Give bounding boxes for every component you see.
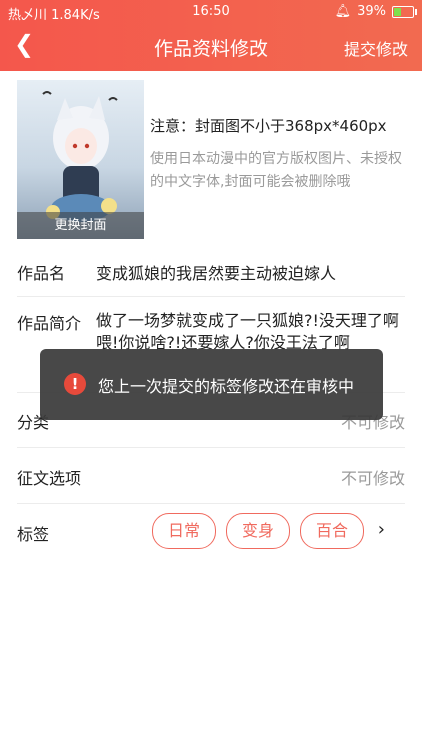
field-name-value[interactable]: 变成狐娘的我居然要主动被迫嫁人 <box>96 260 336 284</box>
tag-item[interactable]: 百合 <box>300 513 364 549</box>
field-contest-row: 征文选项 不可修改 <box>17 447 405 504</box>
field-tags-label: 标签 <box>17 525 50 544</box>
submit-button[interactable]: 提交修改 <box>344 36 408 60</box>
battery-icon <box>392 5 417 18</box>
field-name-row[interactable]: 作品名 变成狐娘的我居然要主动被迫嫁人 <box>17 248 405 297</box>
tag-item[interactable]: 变身 <box>226 513 290 549</box>
chevron-right-icon[interactable]: › <box>378 519 385 540</box>
battery-percent: 39% <box>357 4 386 19</box>
cover-notice-text: 使用日本动漫中的官方版权图片、未授权的中文字体,封面可能会被删除哦 <box>150 151 402 190</box>
cover-notice-title: 注意：封面图不小于368px*460px <box>150 117 387 135</box>
bell-icon: 🔔︎ <box>334 4 352 19</box>
field-name-label: 作品名 <box>17 264 66 283</box>
header-bar: 热乄川 1.84K/s 16:50 🔔︎ 39% ❮ 作品资料修改 提交修改 <box>0 0 422 71</box>
field-contest-value: 不可修改 <box>340 469 405 488</box>
change-cover-button[interactable]: 更换封面 <box>17 212 144 239</box>
status-bar: 热乄川 1.84K/s 16:50 🔔︎ 39% <box>0 0 422 24</box>
toast-message: ! 您上一次提交的标签修改还在审核中 <box>40 349 383 420</box>
status-icons: 🔔︎ 39% <box>334 4 417 19</box>
field-contest-label: 征文选项 <box>17 469 82 488</box>
toast-text: 您上一次提交的标签修改还在审核中 <box>98 377 355 396</box>
field-intro-value[interactable]: 做了一场梦就变成了一只狐娘?!没天理了啊喂!你说啥?!还要嫁人?你没王法了啊 <box>96 310 405 354</box>
field-intro-label: 作品简介 <box>17 314 82 333</box>
tag-item[interactable]: 日常 <box>152 513 216 549</box>
alert-icon: ! <box>64 373 86 395</box>
tag-list: 日常 变身 百合 <box>152 513 392 549</box>
cover-image[interactable]: 更换封面 <box>17 80 144 239</box>
field-tags-row[interactable]: 标签 日常 变身 百合 › <box>17 503 405 559</box>
